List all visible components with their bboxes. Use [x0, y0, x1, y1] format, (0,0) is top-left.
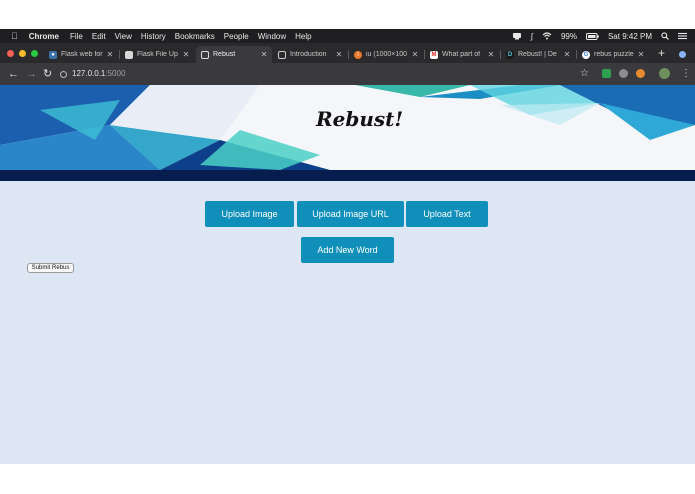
- gear-extension-icon[interactable]: [619, 69, 628, 78]
- clock[interactable]: Sat 9:42 PM: [608, 32, 652, 41]
- reload-icon[interactable]: ↻: [43, 67, 52, 81]
- submit-rebus-button[interactable]: Submit Rebus: [27, 263, 74, 273]
- document-icon: [278, 50, 286, 59]
- page-title: Rebust!: [316, 107, 404, 131]
- more-options-icon[interactable]: ⋮: [681, 68, 691, 80]
- zoom-window-button[interactable]: [31, 50, 38, 57]
- python-icon: ●: [49, 50, 57, 59]
- screen:  Chrome File Edit View History Bookmark…: [0, 29, 695, 464]
- header-banner: Rebust!: [0, 85, 695, 170]
- wifi-icon[interactable]: [542, 32, 552, 40]
- upload-image-url-button[interactable]: Upload Image URL: [297, 201, 404, 227]
- devpost-icon: D: [506, 50, 514, 59]
- document-icon: [201, 50, 209, 59]
- tab-title: Rebust! | De: [518, 51, 557, 58]
- tab-title: Flask web for: [61, 51, 103, 58]
- avatar-icon[interactable]: [659, 68, 670, 79]
- bluetooth-icon[interactable]: ∫: [531, 32, 533, 41]
- close-tab-icon[interactable]: ✕: [486, 50, 496, 59]
- close-window-button[interactable]: [7, 50, 14, 57]
- menu-window[interactable]: Window: [258, 32, 286, 41]
- close-tab-icon[interactable]: ✕: [636, 50, 646, 59]
- tab-flask-file-upload[interactable]: Flask File Up ✕: [120, 46, 194, 63]
- tab-title: iu (1000×100: [366, 51, 408, 58]
- menu-history[interactable]: History: [141, 32, 166, 41]
- close-tab-icon[interactable]: ✕: [105, 50, 115, 59]
- tab-google-search[interactable]: G rebus puzzle ✕: [577, 46, 649, 63]
- orange-icon: i: [354, 50, 362, 59]
- close-tab-icon[interactable]: ✕: [410, 50, 420, 59]
- menu-file[interactable]: File: [70, 32, 83, 41]
- menu-bar:  Chrome File Edit View History Bookmark…: [0, 29, 695, 43]
- status-area: ∫ 99% Sat 9:42 PM: [512, 29, 687, 43]
- back-icon[interactable]: ←: [8, 67, 19, 81]
- address-bar[interactable]: 127.0.0.1:5000: [60, 67, 125, 81]
- forward-icon[interactable]: →: [26, 67, 37, 81]
- menu-chrome[interactable]: Chrome: [29, 32, 59, 41]
- add-new-word-button[interactable]: Add New Word: [301, 237, 394, 263]
- spotlight-icon[interactable]: [661, 32, 669, 40]
- browser-toolbar: ← → ↻ 127.0.0.1:5000 ☆ ⋮: [0, 63, 695, 85]
- google-icon: G: [582, 50, 590, 59]
- tab-title: Introduction: [290, 51, 327, 58]
- upload-text-button[interactable]: Upload Text: [406, 201, 488, 227]
- tab-iu-image[interactable]: i iu (1000×100 ✕: [349, 46, 423, 63]
- menu-help[interactable]: Help: [295, 32, 311, 41]
- close-tab-icon[interactable]: ✕: [334, 50, 344, 59]
- menu-people[interactable]: People: [224, 32, 249, 41]
- tab-title: What part of: [442, 51, 481, 58]
- shield-extension-icon[interactable]: [602, 69, 611, 78]
- new-tab-button[interactable]: +: [658, 47, 665, 59]
- gmail-icon: M: [430, 50, 438, 59]
- close-tab-icon[interactable]: ✕: [259, 50, 269, 59]
- info-icon[interactable]: [60, 70, 67, 78]
- url-host: 127.0.0.1: [72, 69, 106, 78]
- minimize-window-button[interactable]: [19, 50, 26, 57]
- battery-percent: 99%: [560, 31, 577, 41]
- tab-title: Rebust: [213, 51, 236, 58]
- tab-gmail[interactable]: M What part of ✕: [425, 46, 499, 63]
- control-center-icon[interactable]: [678, 32, 687, 40]
- honey-extension-icon[interactable]: [636, 69, 645, 78]
- tab-title: Flask File Up: [137, 51, 178, 58]
- tab-strip: ● Flask web for ✕ Flask File Up ✕ Rebust…: [0, 43, 695, 63]
- tab-rebust[interactable]: Rebust ✕: [196, 46, 272, 63]
- apple-menu-icon[interactable]: : [11, 31, 18, 41]
- header-bottom-bar: [0, 170, 695, 181]
- battery-icon[interactable]: [585, 32, 599, 40]
- menu-view[interactable]: View: [115, 32, 132, 41]
- menu-bookmarks[interactable]: Bookmarks: [175, 32, 215, 41]
- url-port: :5000: [105, 69, 126, 78]
- menu-edit[interactable]: Edit: [92, 32, 106, 41]
- window-controls: [7, 50, 38, 57]
- close-tab-icon[interactable]: ✕: [562, 50, 572, 59]
- notification-icon[interactable]: [512, 32, 522, 40]
- tab-introduction[interactable]: Introduction ✕: [273, 46, 347, 63]
- tab-flask-web[interactable]: ● Flask web for ✕: [44, 46, 118, 63]
- tab-devpost[interactable]: D Rebust! | De ✕: [501, 46, 575, 63]
- profile-icon[interactable]: [679, 51, 686, 58]
- close-tab-icon[interactable]: ✕: [181, 50, 191, 59]
- page-icon: [125, 50, 133, 59]
- tab-title: rebus puzzle: [594, 51, 634, 58]
- bookmark-star-icon[interactable]: ☆: [580, 67, 589, 81]
- upload-image-button[interactable]: Upload Image: [205, 201, 294, 227]
